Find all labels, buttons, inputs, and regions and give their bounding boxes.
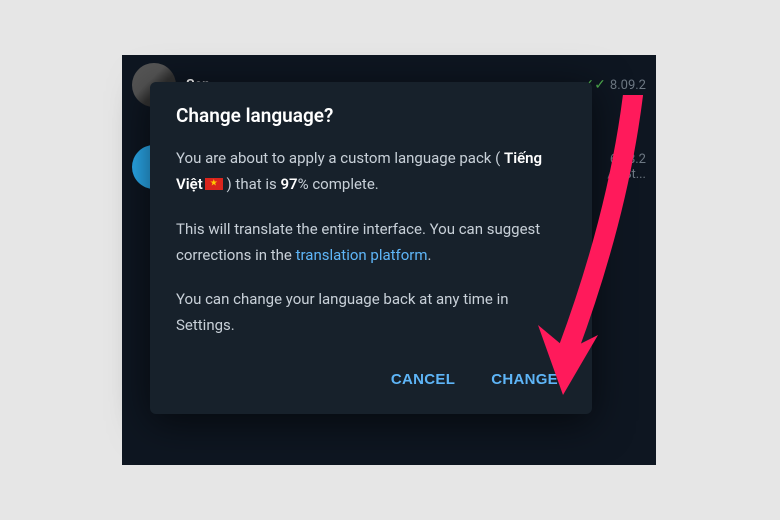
text: ) that is	[223, 175, 281, 193]
text: % complete.	[298, 175, 379, 193]
change-language-dialog: Change language? You are about to apply …	[150, 82, 592, 414]
translation-platform-link[interactable]: translation platform	[296, 246, 428, 264]
vietnam-flag-icon	[205, 178, 223, 190]
dialog-body: You are about to apply a custom language…	[176, 145, 566, 339]
completion-percent: 97	[280, 175, 297, 193]
cancel-button[interactable]: CANCEL	[387, 365, 459, 394]
text: .	[428, 246, 432, 264]
dialog-actions: CANCEL CHANGE	[176, 357, 566, 398]
dialog-paragraph: This will translate the entire interface…	[176, 216, 566, 269]
text: You are about to apply a custom language…	[176, 149, 504, 167]
change-button[interactable]: CHANGE	[487, 365, 562, 394]
dialog-paragraph: You are about to apply a custom language…	[176, 145, 566, 198]
dialog-paragraph: You can change your language back at any…	[176, 286, 566, 339]
dialog-title: Change language?	[176, 104, 566, 127]
